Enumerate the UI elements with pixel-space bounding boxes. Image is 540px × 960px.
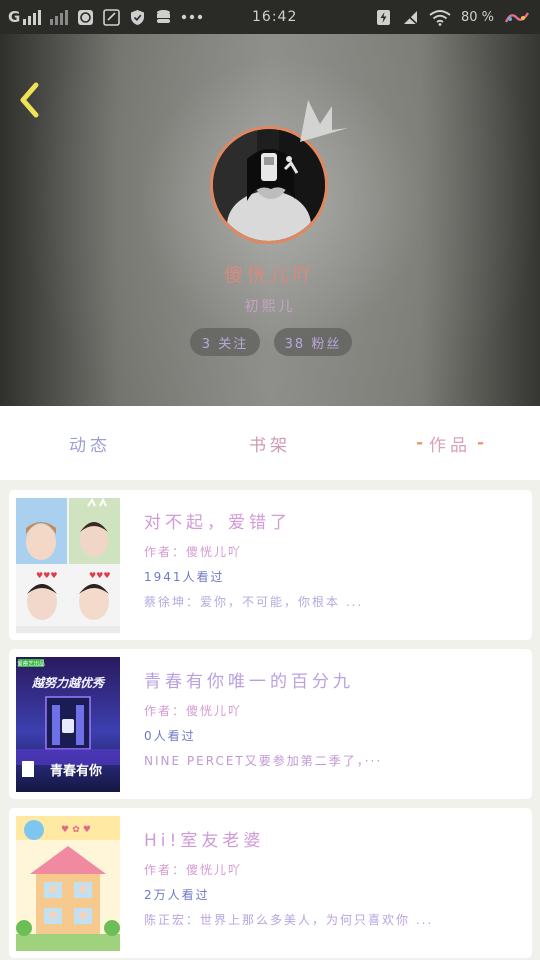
work-author: 作者：傻恍儿吖 — [144, 545, 243, 559]
work-title: Hi!室友老婆 — [144, 831, 265, 851]
mute-icon — [402, 9, 419, 26]
profile-header: 傻恍儿吖 初熙儿 3 关注 38 粉丝 — [0, 34, 540, 406]
work-author: 作者：傻恍儿吖 — [144, 863, 243, 877]
following-count-button[interactable]: 3 关注 — [190, 328, 260, 356]
work-card[interactable]: ♥♥♥ ♥♥♥ 对不起，爱错了 作者：傻恍儿吖 1941人看过 蔡徐坤：爱你，不… — [9, 490, 532, 640]
svg-text:♥♥♥: ♥♥♥ — [89, 571, 111, 580]
book-cover: 爱奇艺出品 越努力越优秀 青春有你 — [16, 657, 120, 792]
crown-icon — [300, 100, 348, 142]
followers-count-button[interactable]: 38 粉丝 — [274, 328, 352, 356]
nickname: 傻恍儿吖 — [223, 264, 316, 286]
cover-tagline: 越努力越优秀 — [31, 676, 106, 690]
book-cover: ♥ ✿ ♥ — [16, 816, 120, 951]
tab-label: 书架 — [249, 435, 291, 456]
chevron-left-icon — [20, 82, 39, 118]
work-excerpt: NINE PERCET又要参加第二季了，··· — [144, 754, 383, 768]
signature: 初熙儿 — [244, 299, 296, 315]
book-cover: ♥♥♥ ♥♥♥ — [16, 498, 120, 633]
work-author: 作者：傻恍儿吖 — [144, 704, 243, 718]
svg-text:♥♥♥: ♥♥♥ — [36, 571, 58, 580]
carrier-label: G — [8, 8, 22, 26]
tab-bookshelf[interactable]: 书架 — [180, 406, 360, 480]
work-excerpt: 蔡徐坤：爱你，不可能，你根本 ... — [144, 595, 364, 609]
screenshot-icon — [103, 8, 121, 26]
svg-text:♥ ✿ ♥: ♥ ✿ ♥ — [61, 825, 91, 835]
active-indicator-left: - — [415, 433, 423, 453]
shield-icon — [129, 9, 146, 26]
browser-icon — [77, 9, 94, 26]
tab-dynamic[interactable]: 动态 — [0, 406, 180, 480]
clock: 16:42 — [252, 9, 298, 25]
more-icon — [181, 9, 203, 26]
active-indicator-right: - — [477, 433, 485, 453]
tab-works[interactable]: - 作品 - — [360, 406, 540, 480]
work-excerpt: 陈正宏：世界上那么多美人，为何只喜欢你 ... — [144, 913, 434, 927]
work-card[interactable]: 爱奇艺出品 越努力越优秀 青春有你 青春有你唯一的百分九 作者：傻恍儿吖 0人看… — [9, 649, 532, 799]
work-read-count: 1941人看过 — [144, 570, 225, 584]
work-title: 青春有你唯一的百分九 — [144, 672, 354, 692]
signal-icon — [23, 9, 42, 25]
status-bar: G 16:42 80 % — [0, 0, 540, 34]
tab-label: 动态 — [69, 435, 111, 456]
tab-label: 作品 — [429, 435, 471, 456]
cover-badge: 爱奇艺出品 — [17, 660, 45, 668]
work-card[interactable]: ♥ ✿ ♥ Hi!室友老婆 作者：傻恍儿吖 2万人看过 陈正宏：世界上那么多美人… — [9, 808, 532, 958]
battery-saver-icon — [375, 9, 392, 26]
battery-level: 80 % — [460, 9, 494, 25]
database-icon — [155, 9, 172, 26]
back-button[interactable] — [14, 80, 46, 120]
tab-bar: 动态 书架 - 作品 - — [0, 406, 540, 480]
work-read-count: 0人看过 — [144, 729, 196, 743]
cover-title: 青春有你 — [50, 763, 102, 779]
signal-2-icon — [50, 9, 69, 25]
work-read-count: 2万人看过 — [144, 888, 210, 902]
wifi-icon — [429, 9, 451, 26]
work-title: 对不起，爱错了 — [144, 513, 291, 533]
app-notification-icon — [504, 9, 530, 26]
